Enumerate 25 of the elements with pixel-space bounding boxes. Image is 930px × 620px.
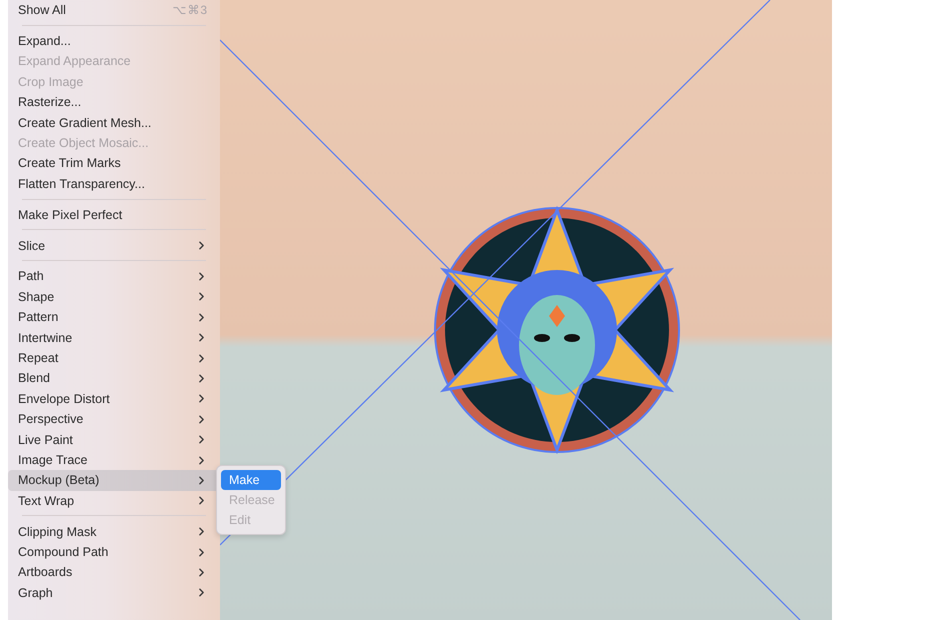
menu-item[interactable]: Slice — [8, 235, 220, 256]
menu-item[interactable]: Make — [221, 470, 281, 490]
menu-item[interactable]: Make Pixel Perfect — [8, 204, 220, 225]
menu-item[interactable]: Compound Path — [8, 542, 220, 562]
shortcut-text: ⌥⌘3 — [172, 3, 208, 18]
menu-item[interactable]: Image Trace — [8, 450, 220, 470]
menu-item[interactable]: Blend — [8, 368, 220, 389]
menu-item[interactable]: Shape — [8, 286, 220, 308]
menu-item[interactable]: Perspective — [8, 409, 220, 430]
menu-item[interactable]: Repeat — [8, 348, 220, 368]
menu-item[interactable]: Clipping Mask — [8, 521, 220, 542]
menu-item[interactable]: Envelope Distort — [8, 388, 220, 410]
menu-item[interactable]: Text Wrap — [8, 490, 220, 511]
menu-item[interactable]: Create Trim Marks — [8, 153, 220, 174]
menu-item[interactable]: Show All ⌥⌘3 — [8, 0, 220, 20]
menu-item[interactable]: Rasterize... — [8, 92, 220, 112]
menu-item[interactable]: Graph — [8, 582, 220, 604]
menu-item[interactable]: Flatten Transparency... — [8, 174, 220, 194]
menu-item[interactable]: Artboards — [8, 562, 220, 583]
menu-item[interactable]: Expand... — [8, 30, 220, 52]
menu-item[interactable]: Pattern — [8, 307, 220, 328]
menu-item[interactable]: Create Gradient Mesh... — [8, 112, 220, 133]
menu-item[interactable]: Intertwine — [8, 327, 220, 348]
menu-item[interactable]: Path — [8, 266, 220, 287]
menu-item[interactable]: Live Paint — [8, 429, 220, 450]
